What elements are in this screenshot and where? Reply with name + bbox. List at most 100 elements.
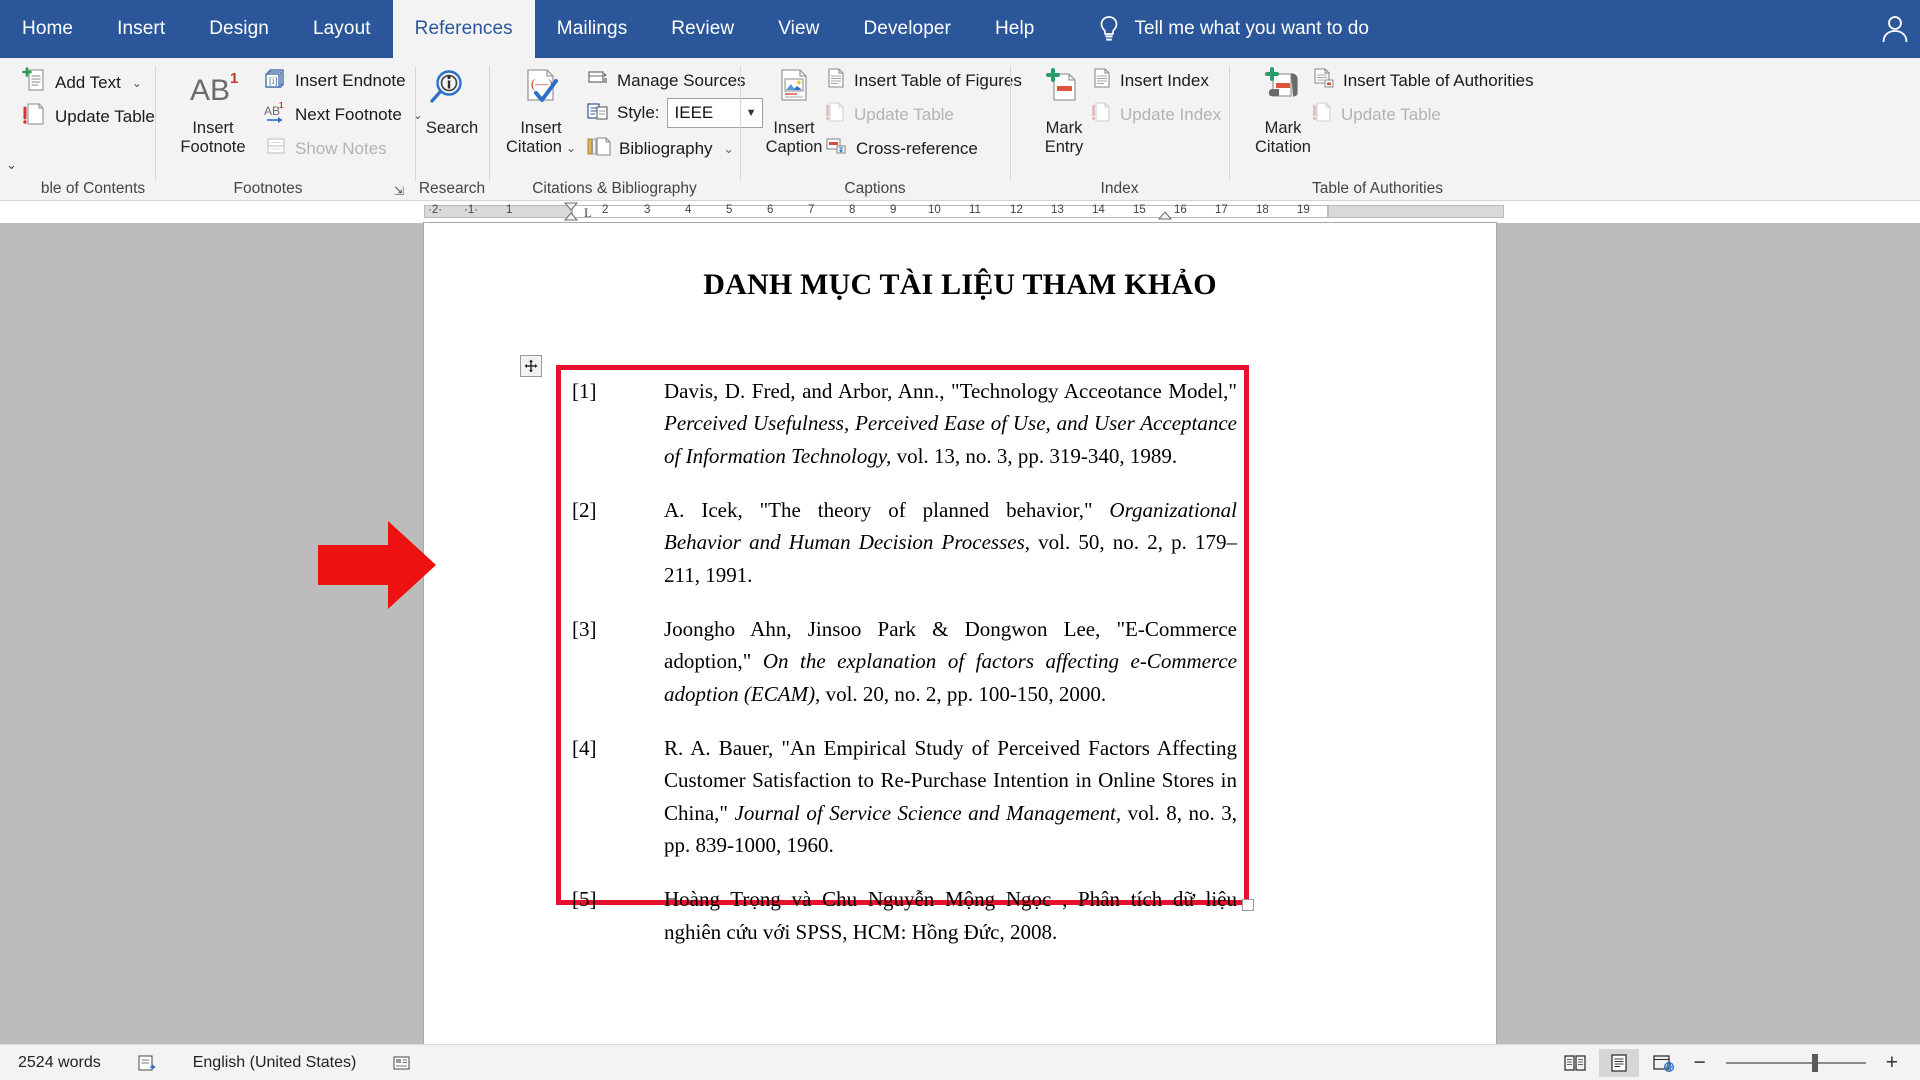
- language-indicator[interactable]: English (United States): [175, 1054, 375, 1072]
- tell-me-search[interactable]: Tell me what you want to do: [1098, 0, 1369, 58]
- insert-index-icon: [1091, 66, 1113, 95]
- ribbon-group-captions: Insert Caption Insert Table of Figures U…: [741, 58, 1022, 201]
- tab-references[interactable]: References: [392, 0, 535, 58]
- insert-citation-button[interactable]: (—) Insert Citation ⌄: [496, 66, 586, 156]
- zoom-out-button[interactable]: −: [1687, 1052, 1711, 1073]
- table-move-handle[interactable]: [520, 355, 542, 377]
- account-person-icon[interactable]: [1878, 12, 1912, 46]
- tab-label: References: [414, 18, 513, 39]
- insert-table-of-authorities-button[interactable]: Insert Table of Authorities: [1312, 66, 1534, 95]
- ruler-tick: 12: [1010, 204, 1023, 216]
- tab-design[interactable]: Design: [187, 0, 291, 58]
- tab-developer[interactable]: Developer: [841, 0, 973, 58]
- citation-style-value: IEEE: [674, 103, 714, 122]
- mark-entry-line1: Mark: [1045, 119, 1083, 137]
- zoom-thumb[interactable]: [1811, 1053, 1818, 1072]
- reference-number: [5]: [572, 887, 597, 912]
- horizontal-ruler[interactable]: ·2· ·1· 1 2 3 4 5 6 7 8 9 10 11 12 13 14…: [424, 202, 1504, 221]
- search-button[interactable]: Search: [407, 66, 497, 138]
- add-text-label: Add Text: [55, 72, 121, 92]
- status-bar-right: − +: [1555, 1048, 1920, 1077]
- tab-mailings[interactable]: Mailings: [535, 0, 650, 58]
- add-text-icon: [22, 66, 48, 99]
- add-text-button[interactable]: Add Text ⌄: [22, 66, 142, 99]
- ruler-tick: ·2·: [428, 204, 443, 216]
- tab-review[interactable]: Review: [649, 0, 756, 58]
- citation-style-row[interactable]: Style: IEEE ▼: [586, 98, 763, 128]
- left-tab-stop-marker[interactable]: L: [584, 205, 592, 221]
- word-count[interactable]: 2524 words: [0, 1054, 119, 1072]
- chevron-down-icon: ⌄: [131, 75, 142, 90]
- manage-sources-button[interactable]: Manage Sources: [586, 66, 746, 95]
- group-label-footnotes: Footnotes: [233, 180, 303, 197]
- reference-text: Hoàng Trọng và Chu Nguyễn Mộng Ngọc , Ph…: [664, 883, 1237, 948]
- ruler-tick: 14: [1092, 204, 1105, 216]
- web-layout-view-button[interactable]: [1643, 1049, 1683, 1077]
- update-table-toc-button[interactable]: Update Table: [22, 100, 155, 133]
- bibliography-button[interactable]: Bibliography ⌄: [586, 134, 734, 163]
- horizontal-ruler-area: ·2· ·1· 1 2 3 4 5 6 7 8 9 10 11 12 13 14…: [0, 201, 1920, 223]
- ribbon: Add Text ⌄ Update Table ⌄ ble of Content…: [0, 58, 1920, 201]
- show-notes-button: Show Notes: [264, 134, 387, 163]
- accessibility-checker-icon[interactable]: [374, 1053, 430, 1073]
- proofing-errors-icon[interactable]: [119, 1053, 175, 1073]
- zoom-in-button[interactable]: +: [1880, 1052, 1904, 1073]
- svg-text:AB: AB: [190, 74, 230, 107]
- insert-caption-icon: [771, 66, 817, 117]
- table-resize-handle[interactable]: [1242, 899, 1254, 911]
- reference-list: [1] Davis, D. Fred, and Arbor, Ann., "Te…: [572, 375, 1237, 970]
- tab-label: Mailings: [556, 18, 628, 39]
- update-index-label: Update Index: [1120, 104, 1222, 124]
- document-page[interactable]: DANH MỤC TÀI LIỆU THAM KHẢO [1] Davis, D…: [424, 223, 1496, 1045]
- zoom-slider[interactable]: [1725, 1049, 1866, 1077]
- print-layout-view-button[interactable]: [1599, 1048, 1640, 1077]
- insert-footnote-icon: AB 1: [184, 66, 242, 117]
- svg-text:1: 1: [279, 101, 284, 110]
- reference-text: A. Icek, "The theory of planned behavior…: [664, 494, 1237, 591]
- ruler-tick: 2: [602, 204, 609, 216]
- search-icon: [427, 66, 477, 117]
- tab-label: Design: [209, 18, 269, 39]
- ribbon-tab-bar: Home Insert Design Layout References Mai…: [0, 0, 1920, 58]
- collapse-gallery-chevron-icon[interactable]: ⌄: [6, 157, 17, 173]
- lightbulb-icon: [1098, 15, 1122, 43]
- ruler-tick: 3: [644, 204, 651, 216]
- ruler-tick: 16: [1174, 204, 1187, 216]
- group-label-captions: Captions: [844, 180, 906, 197]
- ruler-left-margin: [424, 205, 572, 218]
- tab-home[interactable]: Home: [0, 0, 95, 58]
- next-footnote-button[interactable]: AB 1 Next Footnote ⌄: [264, 100, 423, 129]
- mark-citation-label: Mark Citation: [1255, 119, 1311, 156]
- insert-index-button[interactable]: Insert Index: [1091, 66, 1209, 95]
- insert-endnote-label: Insert Endnote: [295, 70, 406, 90]
- insert-citation-line1: Insert: [520, 119, 562, 137]
- read-mode-view-button[interactable]: [1555, 1049, 1595, 1077]
- cross-reference-button[interactable]: Cross-reference: [825, 134, 978, 163]
- tab-layout[interactable]: Layout: [291, 0, 393, 58]
- svg-text:[i]: [i]: [269, 76, 278, 86]
- insert-footnote-line2: Footnote: [180, 137, 246, 156]
- tab-help[interactable]: Help: [973, 0, 1056, 58]
- group-label-citations: Citations & Bibliography: [532, 180, 697, 197]
- document-canvas: DANH MỤC TÀI LIỆU THAM KHẢO [1] Davis, D…: [0, 223, 1920, 1045]
- tab-insert[interactable]: Insert: [95, 0, 187, 58]
- update-table-captions-label: Update Table: [854, 104, 954, 124]
- tab-label: Home: [22, 18, 74, 39]
- manage-sources-label: Manage Sources: [617, 70, 746, 90]
- zoom-track: [1725, 1061, 1866, 1064]
- status-bar: 2524 words English (United States) − +: [0, 1044, 1920, 1080]
- tab-view[interactable]: View: [756, 0, 841, 58]
- insert-table-of-figures-button[interactable]: Insert Table of Figures: [825, 66, 1022, 95]
- insert-endnote-button[interactable]: [i] Insert Endnote: [264, 66, 406, 95]
- mark-entry-line2: Entry: [1044, 137, 1084, 156]
- insert-citation-icon: (—): [514, 66, 568, 117]
- tab-label: View: [778, 18, 820, 39]
- update-table-icon: [825, 100, 847, 129]
- insert-table-of-authorities-label: Insert Table of Authorities: [1343, 70, 1534, 90]
- reference-text-segment: vol. 13, no. 3, pp. 319-340, 1989.: [891, 443, 1178, 468]
- show-notes-label: Show Notes: [295, 138, 387, 158]
- ruler-tick: 11: [969, 204, 981, 216]
- ruler-tick: 18: [1256, 204, 1269, 216]
- insert-footnote-button[interactable]: AB 1 Insert Footnote: [168, 66, 258, 156]
- reference-item-5: [5] Hoàng Trọng và Chu Nguyễn Mộng Ngọc …: [572, 883, 1237, 948]
